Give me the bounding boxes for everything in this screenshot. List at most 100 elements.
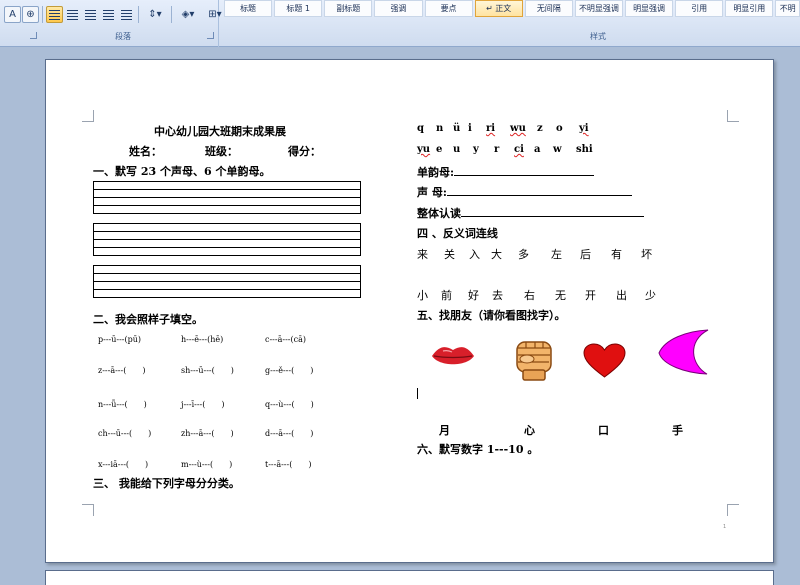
document-title: 中心幼儿园大班期末成果展 bbox=[154, 125, 286, 138]
style-item[interactable]: 副标题 bbox=[324, 0, 373, 17]
styles-group-label: 样式 bbox=[590, 32, 606, 41]
letter-item: ci bbox=[514, 144, 524, 155]
pinyin-exercise: n---ǚ---( ) bbox=[98, 400, 147, 409]
dan-yun-mu-label: 单韵母: bbox=[417, 166, 455, 179]
picture-word: 月 bbox=[439, 424, 450, 437]
crop-mark bbox=[727, 504, 739, 516]
style-item[interactable]: 明显引用 bbox=[725, 0, 774, 17]
style-item[interactable]: 明显强调 bbox=[625, 0, 674, 17]
letter-item: o bbox=[556, 123, 563, 134]
antonym-word: 无 bbox=[555, 289, 566, 302]
score-field-label: 得分： bbox=[288, 145, 321, 158]
letter-item: y bbox=[473, 144, 479, 155]
letter-item: a bbox=[534, 144, 541, 155]
zheng-ti-line: 整体认读 bbox=[417, 205, 644, 221]
antonym-word: 小 bbox=[417, 289, 428, 302]
crescent-moon-picture bbox=[658, 329, 709, 375]
pinyin-exercise: q---ù---( ) bbox=[265, 400, 314, 409]
font-dialog-launcher-icon[interactable] bbox=[30, 32, 37, 39]
crop-mark bbox=[82, 504, 94, 516]
pinyin-exercise: j---ī---( ) bbox=[181, 400, 225, 409]
pinyin-exercise: h---ē---(hē) bbox=[181, 335, 224, 344]
style-item[interactable]: 无间隔 bbox=[524, 0, 573, 17]
letter-item: i bbox=[468, 123, 472, 134]
shading-dropdown[interactable]: ◈▾ bbox=[175, 6, 201, 23]
pinyin-exercise: ch---ū---( ) bbox=[98, 429, 152, 438]
pinyin-exercise: c---ā---(cā) bbox=[265, 335, 306, 344]
section-2-heading: 二、我会照样子填空。 bbox=[93, 313, 203, 326]
antonym-word: 大 bbox=[491, 248, 502, 261]
crop-mark bbox=[727, 110, 739, 122]
lips-picture bbox=[432, 347, 474, 365]
letter-item: ri bbox=[486, 123, 496, 134]
text-direction-icon[interactable]: A bbox=[4, 6, 21, 23]
section-5-heading: 五、找朋友（请你看图找字）。 bbox=[417, 309, 566, 322]
pinyin-exercise: sh---ū---( ) bbox=[181, 366, 234, 375]
styles-gallery: 标题 标题 1 副标题 强调 要点 ↵ 正文 无间隔 不明显强调 明显强调 引用 明显引用 不明 bbox=[224, 0, 800, 20]
heart-picture bbox=[583, 343, 626, 378]
pinyin-exercise: m---ù---( ) bbox=[181, 460, 233, 469]
align-left-button[interactable] bbox=[46, 6, 63, 23]
style-item[interactable]: 不明 bbox=[775, 0, 800, 17]
page-number: 1 bbox=[723, 524, 727, 530]
style-item[interactable]: 标题 1 bbox=[274, 0, 323, 17]
class-field-label: 班级： bbox=[205, 145, 238, 158]
document-page[interactable]: 中心幼儿园大班期末成果展 姓名： 班级： 得分： 一、默写 23 个声母、6 个… bbox=[45, 59, 774, 563]
antonym-word: 有 bbox=[611, 248, 622, 261]
style-item[interactable]: 不明显强调 bbox=[574, 0, 623, 17]
fist-picture bbox=[516, 341, 552, 381]
pinyin-exercise: x---iā---( ) bbox=[98, 460, 149, 469]
picture-word: 心 bbox=[524, 424, 535, 437]
paragraph-group-label: 段落 bbox=[115, 32, 131, 41]
text-cursor bbox=[417, 388, 418, 399]
style-item[interactable]: 引用 bbox=[675, 0, 724, 17]
align-center-button[interactable] bbox=[64, 6, 81, 23]
zheng-ti-label: 整体认读 bbox=[417, 207, 461, 220]
writing-lines-2 bbox=[93, 223, 361, 256]
pinyin-exercise: p---ū---(pū) bbox=[98, 335, 142, 344]
separator bbox=[171, 6, 172, 23]
align-right-button[interactable] bbox=[82, 6, 99, 23]
antonym-word: 入 bbox=[469, 248, 480, 261]
letter-item: q bbox=[417, 123, 424, 134]
section-4-heading: 四 、反义词连线 bbox=[417, 227, 498, 240]
letter-item: z bbox=[537, 123, 543, 134]
crop-mark bbox=[82, 110, 94, 122]
style-item[interactable]: 标题 bbox=[224, 0, 273, 17]
writing-lines-3 bbox=[93, 265, 361, 298]
pinyin-exercise: zh---ā---( ) bbox=[181, 429, 234, 438]
antonym-word: 开 bbox=[585, 289, 596, 302]
letter-item: yi bbox=[579, 123, 589, 134]
section-3-heading: 三、 我能给下列字母分分类。 bbox=[93, 477, 240, 490]
section-1-heading: 一、默写 23 个声母、6 个单韵母。 bbox=[93, 165, 271, 178]
style-item[interactable]: 强调 bbox=[374, 0, 423, 17]
letter-item: r bbox=[494, 144, 500, 155]
style-item[interactable]: ↵ 正文 bbox=[474, 0, 523, 17]
letter-item: e bbox=[436, 144, 443, 155]
antonym-word: 后 bbox=[580, 248, 591, 261]
pinyin-exercise: t---ā---( ) bbox=[265, 460, 312, 469]
pinyin-exercise: g---ě---( ) bbox=[265, 366, 314, 375]
asian-layout-icon[interactable]: ⊕ bbox=[22, 6, 39, 23]
antonym-word: 右 bbox=[524, 289, 535, 302]
antonym-word: 出 bbox=[616, 289, 627, 302]
justify-button[interactable] bbox=[100, 6, 117, 23]
antonym-word: 好 bbox=[468, 289, 479, 302]
line-spacing-dropdown[interactable]: ⇕▾ bbox=[142, 6, 168, 23]
letter-item: u bbox=[453, 144, 461, 155]
antonym-word: 前 bbox=[441, 289, 452, 302]
letter-item: ü bbox=[453, 123, 461, 134]
style-item[interactable]: 要点 bbox=[424, 0, 473, 17]
letter-item: wu bbox=[510, 123, 526, 134]
antonym-word: 多 bbox=[518, 248, 529, 261]
distributed-button[interactable] bbox=[118, 6, 135, 23]
paragraph-toolbar: A ⊕ ⇕▾ ◈▾ ⊞▾ bbox=[4, 6, 228, 23]
antonym-word: 关 bbox=[444, 248, 455, 261]
name-field-label: 姓名： bbox=[129, 145, 162, 158]
antonym-word: 少 bbox=[645, 289, 656, 302]
antonym-word: 去 bbox=[492, 289, 503, 302]
next-page[interactable] bbox=[45, 570, 774, 585]
paragraph-dialog-launcher-icon[interactable] bbox=[207, 32, 214, 39]
antonym-word: 左 bbox=[551, 248, 562, 261]
picture-word: 口 bbox=[598, 424, 609, 437]
